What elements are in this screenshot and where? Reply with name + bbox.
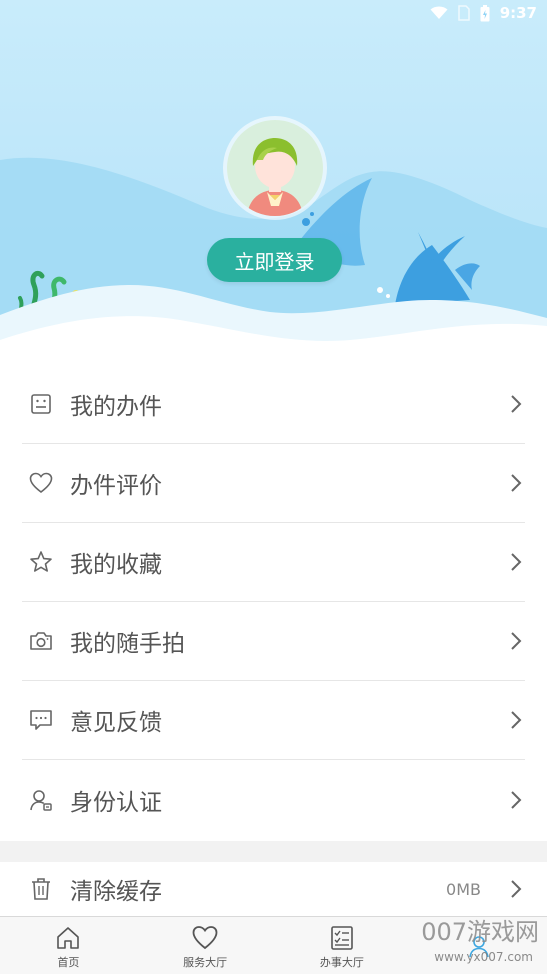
- home-icon: [57, 926, 80, 949]
- chevron-right-icon: [511, 474, 522, 492]
- heart-icon: [28, 470, 54, 496]
- menu-item-feedback[interactable]: 意见反馈: [22, 681, 525, 760]
- login-button[interactable]: 立即登录: [207, 238, 342, 282]
- clear-cache-row[interactable]: 清除缓存 0MB: [22, 862, 525, 916]
- menu-item-label: 我的随手拍: [70, 631, 185, 657]
- chevron-right-icon: [511, 790, 522, 809]
- heart-icon: [192, 925, 218, 949]
- camera-icon: [28, 628, 54, 654]
- menu-item-favorites[interactable]: 我的收藏: [22, 523, 525, 602]
- watermark-text: 007游戏网: [421, 918, 539, 946]
- status-time: 9:37: [499, 4, 537, 22]
- user-id-icon: [28, 787, 54, 813]
- star-icon: [28, 549, 54, 575]
- status-bar: 9:37: [0, 0, 547, 30]
- tab-home[interactable]: 首页: [0, 917, 137, 974]
- menu-list: 我的办件 办件评价 我的收藏 我的随手拍 意见反馈 身份认证: [0, 365, 547, 839]
- clear-cache-label: 清除缓存: [70, 879, 162, 905]
- menu-item-case-review[interactable]: 办件评价: [22, 444, 525, 523]
- message-icon: [28, 707, 54, 733]
- chevron-right-icon: [511, 632, 522, 650]
- avatar[interactable]: [227, 120, 323, 216]
- chevron-right-icon: [511, 880, 522, 898]
- menu-item-identity[interactable]: 身份认证: [22, 760, 525, 839]
- profile-header: 9:37 立即登录: [0, 0, 547, 360]
- section-divider: [0, 841, 547, 862]
- menu-item-label: 我的收藏: [70, 552, 162, 578]
- document-icon: [28, 391, 54, 417]
- menu-item-label: 意见反馈: [70, 710, 162, 736]
- menu-item-label: 身份认证: [70, 789, 162, 816]
- watermark-url: www.yx007.com: [434, 950, 533, 964]
- battery-icon: [480, 4, 490, 21]
- chevron-right-icon: [511, 553, 522, 571]
- wifi-icon: [430, 6, 448, 19]
- checklist-icon: [331, 925, 353, 950]
- sim-icon: [457, 5, 470, 21]
- tab-service-hall[interactable]: 服务大厅: [137, 917, 274, 974]
- tab-affairs-hall[interactable]: 办事大厅: [274, 917, 411, 974]
- trash-icon: [28, 876, 54, 902]
- tab-label: 办事大厅: [319, 955, 364, 969]
- tab-label: 服务大厅: [183, 955, 228, 969]
- menu-item-snapshot[interactable]: 我的随手拍: [22, 602, 525, 681]
- menu-item-label: 办件评价: [70, 473, 162, 499]
- chevron-right-icon: [511, 395, 522, 413]
- menu-item-label: 我的办件: [70, 394, 162, 420]
- avatar-icon: [227, 120, 323, 216]
- menu-item-my-cases[interactable]: 我的办件: [22, 365, 525, 444]
- tab-label: 首页: [57, 955, 80, 969]
- cache-size-value: 0MB: [446, 879, 481, 899]
- chevron-right-icon: [511, 711, 522, 729]
